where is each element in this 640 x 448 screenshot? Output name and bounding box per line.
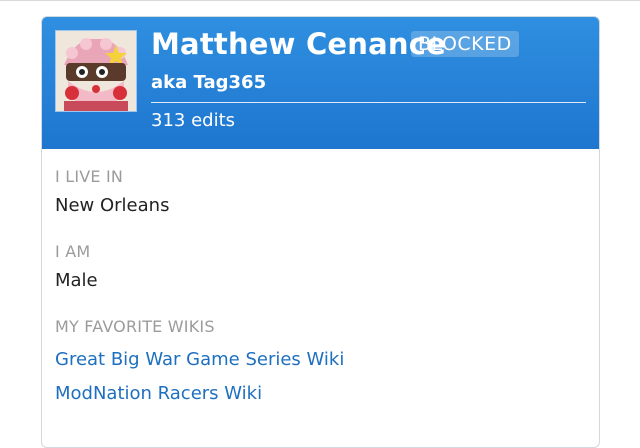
top-divider: [0, 0, 640, 1]
profile-info: I LIVE IN New Orleans I AM Male MY FAVOR…: [42, 149, 599, 404]
cartoon-cake-avatar-icon: [56, 31, 136, 111]
favorite-wiki-link[interactable]: Great Big War Game Series Wiki: [55, 349, 599, 370]
i-am-value: Male: [55, 270, 98, 291]
status-badge: BLOCKED: [411, 31, 519, 57]
live-in-label: I LIVE IN: [55, 167, 124, 186]
profile-name: Matthew Cenance: [151, 27, 447, 61]
avatar[interactable]: [55, 30, 137, 112]
profile-aka: aka Tag365: [151, 72, 267, 93]
profile-header: Matthew Cenance BLOCKED aka Tag365 313 e…: [42, 17, 599, 149]
favorite-wikis-label: MY FAVORITE WIKIS: [55, 317, 215, 336]
profile-card: Matthew Cenance BLOCKED aka Tag365 313 e…: [41, 16, 600, 448]
live-in-value: New Orleans: [55, 195, 170, 216]
header-divider: [151, 102, 586, 103]
favorite-wiki-link[interactable]: ModNation Racers Wiki: [55, 383, 599, 404]
i-am-label: I AM: [55, 242, 91, 261]
edit-count[interactable]: 313 edits: [151, 110, 235, 131]
favorite-wikis-section: MY FAVORITE WIKIS Great Big War Game Ser…: [55, 317, 599, 404]
